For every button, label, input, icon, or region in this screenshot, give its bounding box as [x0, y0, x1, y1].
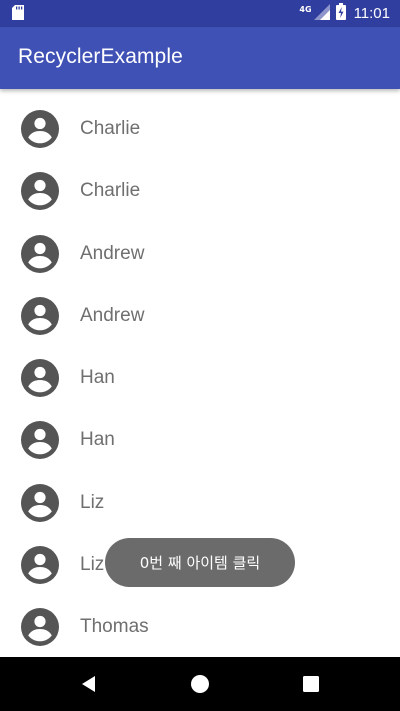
app-screen: 4G 11:01 RecyclerExample Charlie Charlie A…: [0, 0, 400, 711]
list-item[interactable]: Charlie: [0, 98, 400, 160]
status-time: 11:01: [353, 5, 390, 22]
recents-icon: [303, 676, 319, 692]
list-item-name: Charlie: [80, 118, 141, 139]
list-item-name: Andrew: [80, 304, 145, 326]
signal-icon: [313, 3, 330, 24]
status-icons: 4G 11:01: [299, 0, 390, 27]
home-icon: [191, 675, 209, 693]
list-item-name: Han: [80, 367, 115, 389]
account-circle-icon: [21, 421, 59, 460]
navigation-bar: [0, 657, 400, 711]
list-item-name: Thomas: [80, 616, 149, 638]
toast-text: 0번 째 아이템 클릭: [139, 554, 261, 572]
account-circle-icon: [21, 546, 59, 585]
account-circle-icon: [21, 234, 59, 273]
list-item[interactable]: Andrew: [0, 223, 400, 285]
list-item[interactable]: Han: [0, 347, 400, 409]
list-item-name: Andrew: [80, 242, 145, 264]
toast-message: 0번 째 아이템 클릭: [105, 538, 295, 587]
battery-charging-icon: [335, 3, 346, 24]
sd-card-icon: [12, 5, 24, 24]
account-circle-icon: [21, 172, 59, 211]
account-circle-icon: [21, 110, 59, 148]
list-item-name: Charlie: [80, 180, 141, 202]
list-item[interactable]: Thomas: [0, 596, 400, 657]
account-circle-icon: [21, 296, 59, 335]
account-circle-icon: [21, 359, 59, 398]
list-item-name: Han: [80, 429, 115, 451]
list-item-name: Liz: [80, 491, 105, 513]
list-item[interactable]: Han: [0, 409, 400, 471]
app-bar: RecyclerExample: [0, 27, 400, 89]
home-button[interactable]: [188, 672, 212, 696]
account-circle-icon: [21, 483, 59, 522]
recents-button[interactable]: [299, 672, 323, 696]
back-icon: [82, 676, 95, 692]
list-item[interactable]: Andrew: [0, 285, 400, 347]
status-bar: 4G 11:01: [0, 0, 400, 27]
list-item[interactable]: Charlie: [0, 160, 400, 222]
back-button[interactable]: [77, 672, 101, 696]
app-title: RecyclerExample: [18, 45, 183, 68]
list-item[interactable]: Liz: [0, 472, 400, 534]
list-item-name: Liz: [80, 554, 105, 576]
network-type-label: 4G: [299, 5, 312, 14]
account-circle-icon: [21, 608, 59, 647]
